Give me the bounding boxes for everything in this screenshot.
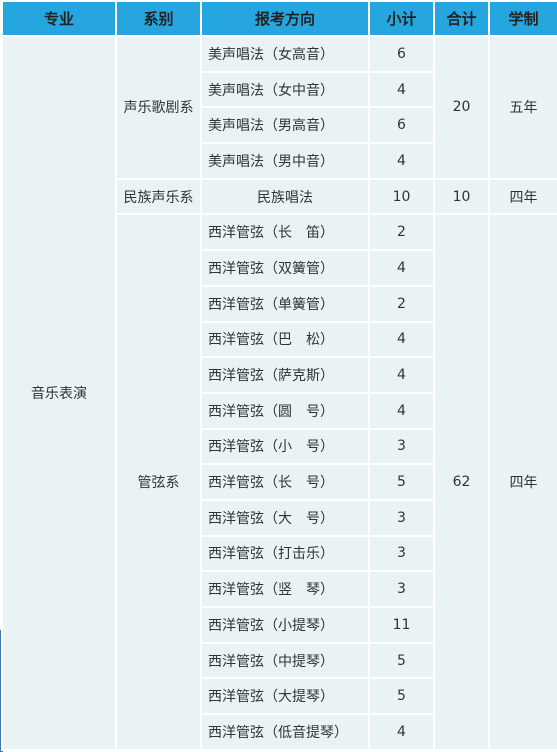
count-cell: 2 <box>368 213 435 252</box>
major-cell: 音乐表演 <box>1 35 117 751</box>
direction-cell: 西洋管弦（中提琴） <box>200 641 370 680</box>
direction-cell: 西洋管弦（大提琴） <box>200 677 370 716</box>
enrollment-table: 专业 系别 报考方向 小计 合计 学制 音乐表演 声乐歌剧系 美声唱法（女高音） 6 20 五年 美声… <box>1 0 557 751</box>
direction-cell: 西洋管弦（小 号） <box>200 427 370 466</box>
count-cell: 4 <box>368 249 435 287</box>
direction-cell: 西洋管弦（长 号） <box>200 463 370 501</box>
count-cell: 3 <box>368 534 435 573</box>
count-cell: 10 <box>368 177 435 216</box>
column-header: 学制 <box>488 0 557 37</box>
department-cell: 声乐歌剧系 <box>115 35 202 180</box>
direction-cell: 西洋管弦（小提琴） <box>200 606 370 644</box>
table-row: 音乐表演 声乐歌剧系 美声唱法（女高音） 6 20 五年 <box>1 35 557 751</box>
column-header: 小计 <box>368 0 435 37</box>
duration-cell: 四年 <box>488 177 557 216</box>
column-header: 合计 <box>433 0 490 37</box>
direction-cell: 西洋管弦（双簧管） <box>200 249 370 287</box>
count-cell: 5 <box>368 677 435 716</box>
direction-cell: 西洋管弦（打击乐） <box>200 534 370 573</box>
column-header: 报考方向 <box>200 0 370 37</box>
count-cell: 4 <box>368 70 435 109</box>
duration-cell: 五年 <box>488 35 557 180</box>
count-cell: 2 <box>368 284 435 323</box>
total-cell: 62 <box>433 213 490 751</box>
direction-cell: 美声唱法（女高音） <box>200 35 370 73</box>
count-cell: 6 <box>368 35 435 73</box>
department-cell: 管弦系 <box>115 213 202 751</box>
count-cell: 4 <box>368 391 435 430</box>
count-cell: 3 <box>368 570 435 608</box>
column-header: 专业 <box>1 0 117 37</box>
count-cell: 11 <box>368 606 435 644</box>
direction-cell: 西洋管弦（长 笛） <box>200 213 370 252</box>
count-cell: 4 <box>368 356 435 394</box>
direction-cell: 美声唱法（男高音） <box>200 106 370 145</box>
department-cell: 民族声乐系 <box>115 177 202 216</box>
direction-cell: 西洋管弦（大 号） <box>200 498 370 537</box>
count-cell: 3 <box>368 498 435 537</box>
table-header-row: 专业 系别 报考方向 小计 合计 学制 <box>1 0 557 37</box>
count-cell: 4 <box>368 142 435 180</box>
count-cell: 5 <box>368 641 435 680</box>
direction-cell: 西洋管弦（低音提琴） <box>200 713 370 751</box>
direction-cell: 西洋管弦（圆 号） <box>200 391 370 430</box>
total-cell: 10 <box>433 177 490 216</box>
direction-cell: 美声唱法（女中音） <box>200 70 370 109</box>
direction-cell: 西洋管弦（竖 琴） <box>200 570 370 608</box>
count-cell: 3 <box>368 427 435 466</box>
count-cell: 4 <box>368 713 435 751</box>
direction-cell: 西洋管弦（萨克斯） <box>200 356 370 394</box>
column-header: 系别 <box>115 0 202 37</box>
duration-cell: 四年 <box>488 213 557 751</box>
direction-cell: 民族唱法 <box>200 177 370 216</box>
count-cell: 6 <box>368 106 435 145</box>
count-cell: 5 <box>368 463 435 501</box>
direction-cell: 西洋管弦（单簧管） <box>200 284 370 323</box>
direction-cell: 美声唱法（男中音） <box>200 142 370 180</box>
count-cell: 4 <box>368 320 435 359</box>
direction-cell: 西洋管弦（巴 松） <box>200 320 370 359</box>
total-cell: 20 <box>433 35 490 180</box>
